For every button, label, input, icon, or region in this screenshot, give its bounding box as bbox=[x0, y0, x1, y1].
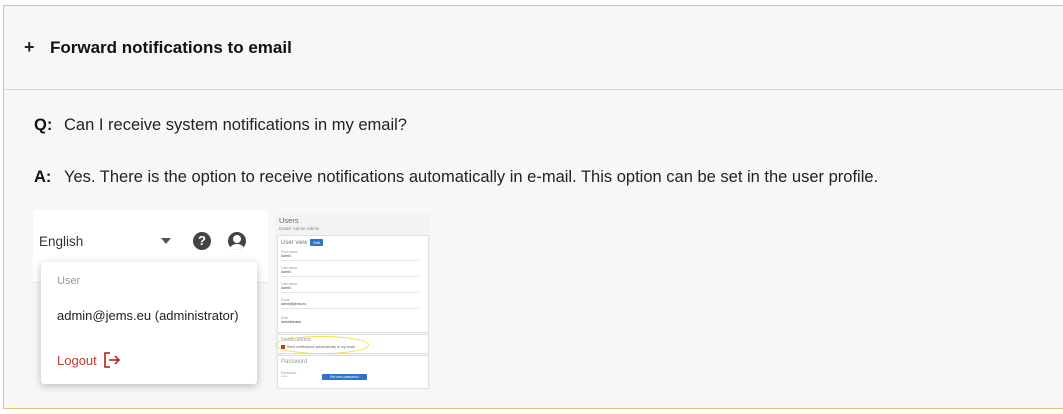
faq-title: Forward notifications to email bbox=[50, 37, 292, 57]
change-password-button[interactable]: Set new password bbox=[322, 374, 367, 380]
user-view-label: User view bbox=[281, 239, 308, 246]
edit-button[interactable]: Edit bbox=[310, 239, 324, 246]
question-text: Can I receive system notifications in my… bbox=[64, 116, 407, 134]
user-profile-screenshot: Users Detail: Admin Admin User view Edit… bbox=[275, 214, 430, 389]
help-icon[interactable]: ? bbox=[193, 232, 211, 250]
user-view-card: User view Edit First name Admin Last name… bbox=[277, 235, 429, 333]
password-field: Password ***** bbox=[281, 371, 297, 379]
user-menu-screenshot: English ? User admin@jems.eu (administra… bbox=[33, 210, 268, 390]
expand-icon[interactable]: + bbox=[24, 37, 50, 58]
divider bbox=[281, 308, 419, 309]
user-view-header: User view Edit bbox=[281, 239, 324, 246]
profile-page-title: Users bbox=[279, 216, 299, 225]
answer-row: A: Yes. There is the option to receive no… bbox=[34, 168, 878, 187]
profile-field: Email admin@jems.eu bbox=[281, 298, 307, 306]
answer-tag: A: bbox=[34, 168, 52, 186]
divider bbox=[281, 260, 419, 261]
profile-field: Role administrator bbox=[281, 316, 302, 324]
user-dropdown-menu: User admin@jems.eu (administrator) Logou… bbox=[41, 262, 257, 384]
faq-header[interactable]: + Forward notifications to email bbox=[4, 6, 1063, 90]
menu-section-label: User bbox=[57, 275, 81, 287]
divider bbox=[281, 292, 419, 293]
menu-user-identity: admin@jems.eu (administrator) bbox=[57, 308, 239, 323]
divider bbox=[281, 276, 419, 277]
highlight-circle bbox=[275, 336, 369, 354]
profile-field: Last name Admin bbox=[281, 266, 298, 274]
logout-arrow-icon bbox=[103, 352, 121, 368]
logout-button[interactable]: Logout bbox=[57, 352, 121, 368]
answer-text: Yes. There is the option to receive noti… bbox=[64, 168, 879, 186]
account-circle-icon[interactable] bbox=[228, 232, 246, 250]
language-select[interactable]: English bbox=[39, 234, 83, 249]
chevron-down-icon bbox=[161, 238, 171, 244]
profile-page-subtitle: Detail: Admin Admin bbox=[279, 226, 320, 231]
profile-field: First name Admin bbox=[281, 250, 298, 258]
question-row: Q: Can I receive system notifications in … bbox=[34, 116, 407, 135]
question-tag: Q: bbox=[34, 116, 53, 134]
profile-field: Last name Admin bbox=[281, 282, 298, 290]
password-label: Password bbox=[281, 359, 308, 365]
logout-label: Logout bbox=[57, 352, 97, 368]
password-card: Password Password ***** Set new password bbox=[277, 355, 429, 389]
